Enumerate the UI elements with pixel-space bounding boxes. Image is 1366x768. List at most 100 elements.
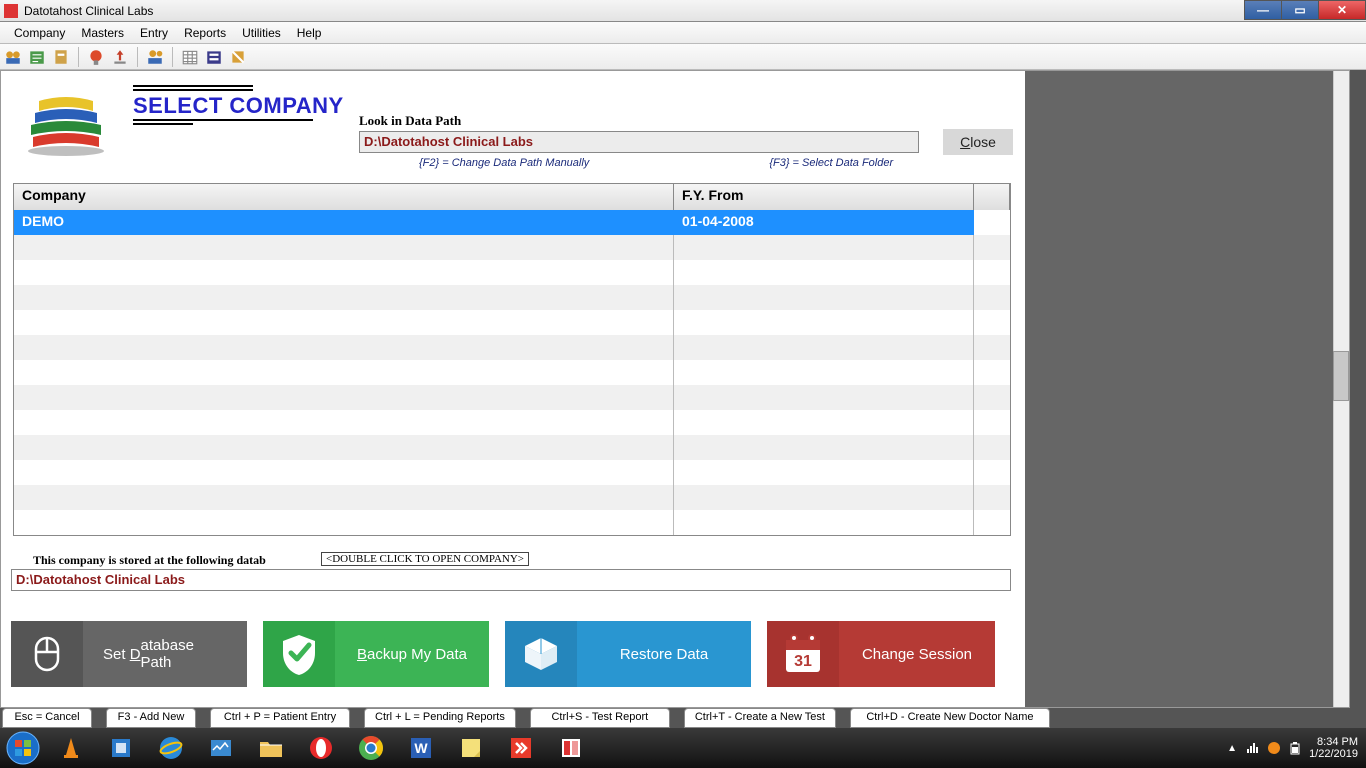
header-area: SELECT COMPANY Look in Data Path D:\Dato…	[13, 85, 1015, 175]
chrome-icon	[357, 734, 385, 762]
shortcut-ctrlt[interactable]: Ctrl+T - Create a New Test	[684, 708, 836, 728]
shortcut-esc[interactable]: Esc = Cancel	[2, 708, 92, 728]
menu-utilities[interactable]: Utilities	[234, 24, 289, 42]
big-button-label: Backup My Data	[335, 621, 489, 687]
table-row[interactable]	[14, 435, 1010, 460]
table-row[interactable]	[14, 510, 1010, 535]
table-row[interactable]	[14, 410, 1010, 435]
window-close-button[interactable]: ✕	[1318, 0, 1366, 20]
toolbar-icon-5[interactable]	[111, 48, 129, 66]
big-button-label: Set Database Path	[83, 621, 247, 687]
clock[interactable]: 8:34 PM 1/22/2019	[1309, 736, 1358, 760]
start-button[interactable]	[0, 728, 46, 768]
shortcut-row: Esc = Cancel F3 - Add New Ctrl + P = Pat…	[2, 708, 1366, 728]
menu-reports[interactable]: Reports	[176, 24, 234, 42]
table-row[interactable]	[14, 310, 1010, 335]
stored-path-field[interactable]: D:\Datotahost Clinical Labs	[11, 569, 1011, 591]
close-button[interactable]: Close	[943, 129, 1013, 155]
taskbar-app-vlc[interactable]	[46, 728, 96, 768]
data-path-field[interactable]: D:\Datotahost Clinical Labs	[359, 131, 919, 153]
set-database-path-button[interactable]: Set Database Path	[11, 621, 247, 687]
double-click-hint: <DOUBLE CLICK TO OPEN COMPANY>	[321, 552, 529, 566]
tray-time: 8:34 PM	[1309, 736, 1358, 748]
toolbar-icon-7[interactable]	[181, 48, 199, 66]
app-icon	[558, 735, 584, 761]
toolbar-separator	[172, 47, 173, 67]
toolbar-icon-8[interactable]	[205, 48, 223, 66]
toolbar-separator	[137, 47, 138, 67]
toolbar-icon-9[interactable]	[229, 48, 247, 66]
cell-fy: 01-04-2008	[674, 210, 974, 235]
shortcut-ctrll[interactable]: Ctrl + L = Pending Reports	[364, 708, 516, 728]
sticky-note-icon	[458, 735, 484, 761]
shortcut-ctrld[interactable]: Ctrl+D - Create New Doctor Name	[850, 708, 1050, 728]
hint-f2: {F2} = Change Data Path Manually	[419, 157, 589, 169]
col-fy-from[interactable]: F.Y. From	[674, 184, 974, 210]
calendar-icon: 31	[782, 632, 824, 676]
app-icon	[108, 735, 134, 761]
col-company[interactable]: Company	[14, 184, 674, 210]
window-title: Datotahost Clinical Labs	[24, 4, 153, 18]
big-button-label: Change Session	[839, 621, 995, 687]
table-row[interactable]	[14, 285, 1010, 310]
window-maximize-button[interactable]: ▭	[1281, 0, 1319, 20]
right-gray-panel	[1023, 71, 1349, 707]
window-minimize-button[interactable]: —	[1244, 0, 1282, 20]
tray-date: 1/22/2019	[1309, 748, 1358, 760]
shortcut-f3[interactable]: F3 - Add New	[106, 708, 196, 728]
table-row[interactable]	[14, 385, 1010, 410]
toolbar-icon-2[interactable]	[28, 48, 46, 66]
menu-masters[interactable]: Masters	[73, 24, 132, 42]
shield-icon[interactable]	[1267, 741, 1281, 755]
taskbar-app-notes[interactable]	[446, 728, 496, 768]
col-extra	[974, 184, 1010, 210]
lookin-label: Look in Data Path	[359, 113, 461, 129]
toolbar-icon-6[interactable]	[146, 48, 164, 66]
taskbar-app-ie[interactable]	[146, 728, 196, 768]
ie-icon	[157, 734, 185, 762]
taskbar-app-current[interactable]	[546, 728, 596, 768]
table-row[interactable]	[14, 360, 1010, 385]
shortcut-ctrlp[interactable]: Ctrl + P = Patient Entry	[210, 708, 350, 728]
big-button-row: Set Database Path Backup My Data Restore…	[11, 621, 995, 687]
title-block: SELECT COMPANY	[133, 85, 344, 125]
taskbar-app-2[interactable]	[96, 728, 146, 768]
battery-icon[interactable]	[1289, 741, 1301, 755]
menu-help[interactable]: Help	[289, 24, 330, 42]
change-session-button[interactable]: 31 Change Session	[767, 621, 995, 687]
toolbar-icon-3[interactable]	[52, 48, 70, 66]
table-row[interactable]: DEMO 01-04-2008	[14, 210, 1010, 235]
vlc-icon	[58, 735, 84, 761]
app-icon	[4, 4, 18, 18]
table-row[interactable]	[14, 460, 1010, 485]
menu-company[interactable]: Company	[6, 24, 73, 42]
restore-data-button[interactable]: Restore Data	[505, 621, 751, 687]
windows-start-icon	[6, 731, 40, 765]
table-row[interactable]	[14, 260, 1010, 285]
main-pane: SELECT COMPANY Look in Data Path D:\Dato…	[1, 71, 1025, 707]
table-row[interactable]	[14, 335, 1010, 360]
table-row[interactable]	[14, 235, 1010, 260]
vertical-scrollbar-thumb[interactable]	[1333, 351, 1349, 401]
taskbar: W ▲ 8:34 PM 1/22/2019	[0, 728, 1366, 768]
cell-company: DEMO	[14, 210, 674, 235]
company-table: Company F.Y. From DEMO 01-04-2008	[13, 183, 1011, 536]
taskbar-app-taskmgr[interactable]	[196, 728, 246, 768]
toolbar-icon-1[interactable]	[4, 48, 22, 66]
svg-text:31: 31	[794, 653, 812, 670]
table-header: Company F.Y. From	[14, 184, 1010, 210]
taskbar-app-word[interactable]: W	[396, 728, 446, 768]
shortcut-ctrls[interactable]: Ctrl+S - Test Report	[530, 708, 670, 728]
toolbar-icon-4[interactable]	[87, 48, 105, 66]
taskbar-app-opera[interactable]	[296, 728, 346, 768]
big-button-label: Restore Data	[577, 621, 751, 687]
menu-entry[interactable]: Entry	[132, 24, 176, 42]
taskbar-app-chrome[interactable]	[346, 728, 396, 768]
wifi-icon[interactable]	[1245, 741, 1259, 755]
tray-chevron-icon[interactable]: ▲	[1227, 743, 1237, 754]
taskbar-app-red[interactable]	[496, 728, 546, 768]
window-titlebar: Datotahost Clinical Labs — ▭ ✕	[0, 0, 1366, 22]
table-row[interactable]	[14, 485, 1010, 510]
taskbar-app-explorer[interactable]	[246, 728, 296, 768]
backup-my-data-button[interactable]: Backup My Data	[263, 621, 489, 687]
